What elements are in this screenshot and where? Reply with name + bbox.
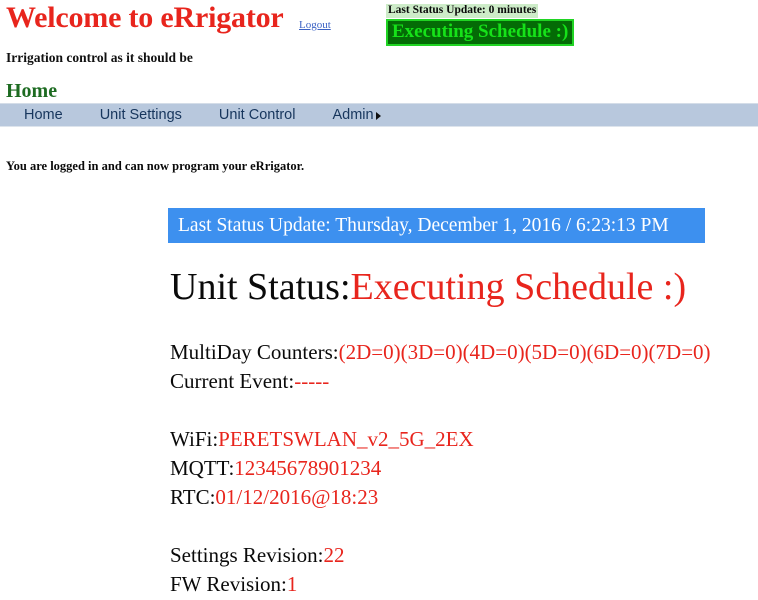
info-row-label: Current Event: xyxy=(170,369,295,393)
info-row-value: 1 xyxy=(286,572,298,596)
nav-item-label: Unit Control xyxy=(218,107,296,123)
logout-link[interactable]: Logout xyxy=(299,19,331,31)
nav-item-unit-control[interactable]: Unit Control xyxy=(219,107,296,123)
info-row-value: 22 xyxy=(323,543,345,567)
logged-in-message: You are logged in and can now program yo… xyxy=(6,159,305,173)
unit-info-block: MultiDay Counters:(2D=0)(3D=0)(4D=0)(5D=… xyxy=(170,338,711,599)
info-row-value: (2D=0)(3D=0)(4D=0)(5D=0)(6D=0)(7D=0) xyxy=(338,340,711,364)
chevron-right-icon xyxy=(375,111,381,120)
status-badge-update-line: Last Status Update: 0 minutes xyxy=(386,4,539,18)
info-row: Settings Revision:22 xyxy=(170,541,711,570)
info-row: RTC:01/12/2016@18:23 xyxy=(170,483,711,512)
info-row-label: WiFi: xyxy=(170,427,219,451)
main-navigation: Home Unit Settings Unit Control Admin xyxy=(0,103,758,127)
nav-item-admin[interactable]: Admin xyxy=(332,107,381,123)
nav-item-unit-settings[interactable]: Unit Settings xyxy=(100,107,182,123)
unit-status-line: Unit Status:Executing Schedule :) xyxy=(170,264,686,310)
info-row: WiFi:PERETSWLAN_v2_5G_2EX xyxy=(170,425,711,454)
info-row-label: MQTT: xyxy=(170,456,235,480)
nav-item-label: Unit Settings xyxy=(99,107,182,123)
site-tagline: Irrigation control as it should be xyxy=(6,50,193,65)
unit-status-label: Unit Status: xyxy=(170,266,351,308)
unit-status-value: Executing Schedule :) xyxy=(350,266,687,308)
info-row: MQTT:12345678901234 xyxy=(170,454,711,483)
nav-item-home[interactable]: Home xyxy=(24,107,63,123)
info-row-label: RTC: xyxy=(170,485,216,509)
nav-item-label: Admin xyxy=(332,107,374,123)
last-status-update-banner: Last Status Update: Thursday, December 1… xyxy=(168,208,705,243)
info-row-value: 12345678901234 xyxy=(234,456,382,480)
status-badge: Last Status Update: 0 minutes Executing … xyxy=(386,0,587,46)
info-row-label: FW Revision: xyxy=(170,572,287,596)
page-header: Welcome to eRrigator Logout Irrigation c… xyxy=(0,0,758,78)
page-title: Home xyxy=(6,80,58,102)
info-row-label: MultiDay Counters: xyxy=(170,340,339,364)
nav-item-label: Home xyxy=(24,107,63,123)
site-title: Welcome to eRrigator xyxy=(6,1,284,34)
info-row-label: Settings Revision: xyxy=(170,543,324,567)
info-row: FW Revision:1 xyxy=(170,570,711,599)
info-row-value: PERETSWLAN_v2_5G_2EX xyxy=(218,427,474,451)
info-row: MultiDay Counters:(2D=0)(3D=0)(4D=0)(5D=… xyxy=(170,338,711,367)
info-row-value: 01/12/2016@18:23 xyxy=(215,485,379,509)
info-row-value: ----- xyxy=(294,369,330,393)
info-row: Current Event:----- xyxy=(170,367,711,396)
status-badge-state: Executing Schedule :) xyxy=(386,19,575,46)
nav-item-list: Home Unit Settings Unit Control Admin xyxy=(24,104,418,126)
